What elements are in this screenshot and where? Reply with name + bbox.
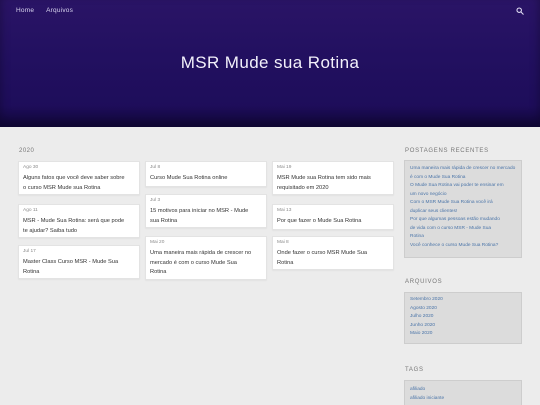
tag-link[interactable]: afiliado iniciante bbox=[410, 395, 444, 403]
post-date: Mai 20 bbox=[150, 240, 165, 245]
post-card[interactable]: Jul 17 Master Class Curso MSR - Mude Sua… bbox=[18, 245, 140, 279]
post-date: Ago 30 bbox=[23, 165, 39, 170]
post-date: Jul 3 bbox=[150, 198, 161, 203]
post-title[interactable]: Alguns fatos que você deve saber sobre o … bbox=[23, 174, 135, 193]
post-card[interactable]: Jul 3 15 motivos para iniciar no MSR - M… bbox=[145, 194, 267, 228]
search-icon[interactable] bbox=[516, 7, 524, 15]
recent-post-link[interactable]: duplicar seus clientes! bbox=[410, 208, 457, 216]
post-card[interactable]: Mai 13 Por que fazer o Mude Sua Rotina bbox=[272, 204, 394, 230]
recent-posts-box: Uma maneira mais rápida de crescer no me… bbox=[404, 160, 522, 258]
recent-post-link[interactable]: um novo negócio bbox=[410, 191, 447, 199]
post-card[interactable]: Ago 30 Alguns fatos que você deve saber … bbox=[18, 161, 140, 195]
post-title[interactable]: Onde fazer o curso MSR Mude Sua Rotina bbox=[277, 249, 389, 268]
post-date: Mai 8 bbox=[277, 240, 289, 245]
post-title[interactable]: Por que fazer o Mude Sua Rotina bbox=[277, 217, 389, 227]
archive-link[interactable]: Junho 2020 bbox=[410, 322, 435, 330]
post-date: Jul 17 bbox=[23, 249, 36, 254]
recent-post-link[interactable]: de vida com o curso MSR - Mude Sua bbox=[410, 225, 491, 233]
tags-heading: TAGS bbox=[405, 367, 424, 373]
nav-home-link[interactable]: Home bbox=[16, 7, 34, 14]
site-title[interactable]: MSR Mude sua Rotina bbox=[0, 53, 540, 73]
post-date: Mai 13 bbox=[277, 208, 292, 213]
archives-heading: ARQUIVOS bbox=[405, 279, 443, 285]
year-heading: 2020 bbox=[19, 148, 35, 154]
archive-link[interactable]: Agosto 2020 bbox=[410, 305, 437, 313]
post-card[interactable]: Jul 8 Curso Mude Sua Rotina online bbox=[145, 161, 267, 187]
recent-post-link[interactable]: O Mude Sua Rotina vai poder te ensinar e… bbox=[410, 182, 504, 190]
recent-post-link[interactable]: Rotina bbox=[410, 233, 424, 241]
archives-box: Setembro 2020 Agosto 2020 Julho 2020 Jun… bbox=[404, 292, 522, 344]
post-card[interactable]: Ago 11 MSR - Mude Sua Rotina: será que p… bbox=[18, 204, 140, 238]
site-header: Home Arquivos MSR Mude sua Rotina bbox=[0, 0, 540, 127]
post-title[interactable]: Uma maneira mais rápida de crescer no mer… bbox=[150, 249, 262, 278]
recent-post-link[interactable]: Com o MSR Mude Sua Rotina você irá bbox=[410, 199, 493, 207]
post-card[interactable]: Mai 20 Uma maneira mais rápida de cresce… bbox=[145, 236, 267, 280]
post-title[interactable]: Master Class Curso MSR - Mude Sua Rotina bbox=[23, 258, 135, 277]
archive-link[interactable]: Maio 2020 bbox=[410, 330, 432, 338]
post-date: Ago 11 bbox=[23, 208, 38, 213]
recent-post-link[interactable]: é com o Mude Sua Rotina bbox=[410, 174, 465, 182]
recent-post-link[interactable]: Você conhece o curso Mude Sua Rotina? bbox=[410, 242, 498, 250]
archive-link[interactable]: Julho 2020 bbox=[410, 313, 433, 321]
archive-link[interactable]: Setembro 2020 bbox=[410, 296, 443, 304]
post-title[interactable]: Curso Mude Sua Rotina online bbox=[150, 174, 262, 184]
recent-posts-heading: POSTAGENS RECENTES bbox=[405, 148, 489, 154]
post-title[interactable]: 15 motivos para iniciar no MSR - Mude sua… bbox=[150, 207, 262, 226]
recent-post-link[interactable]: Uma maneira mais rápida de crescer no me… bbox=[410, 165, 515, 173]
post-title[interactable]: MSR Mude sua Rotina tem sido mais requisi… bbox=[277, 174, 389, 193]
post-card[interactable]: Mai 8 Onde fazer o curso MSR Mude Sua Rot… bbox=[272, 236, 394, 270]
post-date: Jul 8 bbox=[150, 165, 161, 170]
top-nav: Home Arquivos bbox=[16, 7, 73, 14]
post-date: Mai 19 bbox=[277, 165, 292, 170]
nav-archives-link[interactable]: Arquivos bbox=[46, 7, 73, 14]
post-title[interactable]: MSR - Mude Sua Rotina: será que pode te a… bbox=[23, 217, 135, 236]
tag-link[interactable]: afiliado bbox=[410, 386, 425, 394]
post-card[interactable]: Mai 19 MSR Mude sua Rotina tem sido mais… bbox=[272, 161, 394, 195]
recent-post-link[interactable]: Por que algumas pessoas estão mudando bbox=[410, 216, 500, 224]
tags-box: afiliado afiliado iniciante bbox=[404, 380, 522, 405]
